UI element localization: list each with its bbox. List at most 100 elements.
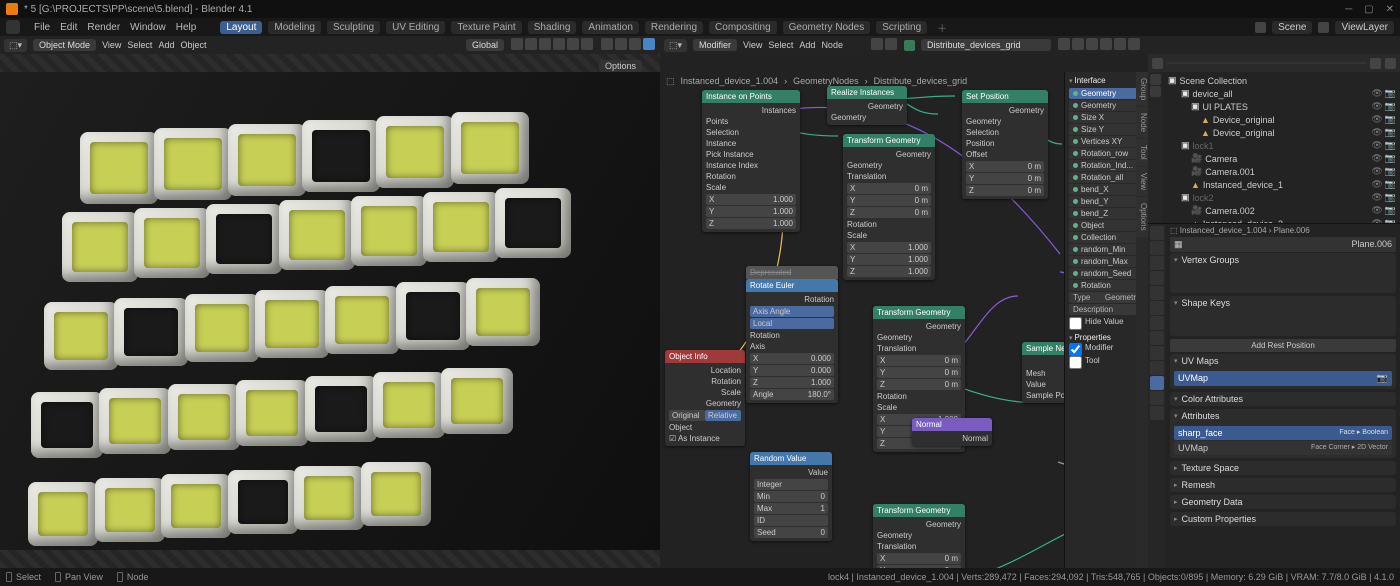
visibility-icon[interactable]: 👁 (1371, 88, 1382, 99)
render-icon[interactable]: 📷 (1385, 88, 1396, 99)
menu-file[interactable]: File (34, 22, 50, 33)
ptab-object[interactable] (1150, 301, 1164, 315)
outliner-row[interactable]: 🎥Camera.001👁📷 (1168, 165, 1396, 178)
ptab-modifiers[interactable] (1150, 316, 1164, 330)
scene-collection-row[interactable]: ▣Scene Collection (1168, 74, 1396, 87)
render-icon[interactable]: 📷 (1385, 127, 1396, 138)
outliner-row[interactable]: ▲Instanced_device_1👁📷 (1168, 178, 1396, 191)
vp-menu-view[interactable]: View (102, 40, 121, 50)
node-realize-instances[interactable]: Realize Instances Geometry Geometry (827, 86, 907, 125)
workspace-tab-rendering[interactable]: Rendering (645, 21, 703, 34)
orient-select[interactable]: Global (466, 39, 504, 51)
ge-toggle-icons[interactable] (870, 38, 898, 52)
ptab-scene[interactable] (1150, 271, 1164, 285)
interface-item[interactable]: Size X (1069, 112, 1144, 123)
ge-menu-node[interactable]: Node (821, 40, 843, 50)
socket-scale[interactable]: Scale (706, 182, 796, 193)
ptab-output[interactable] (1150, 241, 1164, 255)
workspace-tab-compositing[interactable]: Compositing (709, 21, 777, 34)
visibility-icon[interactable]: 👁 (1371, 179, 1382, 190)
hide-value-checkbox[interactable] (1069, 317, 1082, 330)
render-icon[interactable]: 📷 (1385, 153, 1396, 164)
ge-menu-select[interactable]: Select (768, 40, 793, 50)
mesh-datablock[interactable]: ▦ Plane.006 (1170, 237, 1396, 252)
visibility-icon[interactable]: 👁 (1371, 114, 1382, 125)
modifier-checkbox[interactable] (1069, 343, 1082, 356)
interface-item[interactable]: Vertices XY (1069, 136, 1144, 147)
sidebar-interface-header[interactable]: Interface (1069, 76, 1144, 85)
interface-item[interactable]: Object (1069, 220, 1144, 231)
outtab1[interactable] (1150, 74, 1161, 85)
interface-item[interactable]: Size Y (1069, 124, 1144, 135)
props-breadcrumb[interactable]: ⬚ Instanced_device_1.004 › Plane.006 (1170, 226, 1396, 235)
add-workspace-icon[interactable]: ＋ (937, 20, 947, 35)
ptab-material[interactable] (1150, 391, 1164, 405)
workspace-tab-uv-editing[interactable]: UV Editing (386, 21, 445, 34)
interface-item[interactable]: Geometry (1069, 88, 1144, 99)
close-icon[interactable]: ✕ (1386, 4, 1394, 15)
workspace-tab-shading[interactable]: Shading (528, 21, 577, 34)
render-icon[interactable]: 📷 (1385, 192, 1396, 203)
interface-item[interactable]: Rotation_Ind... (1069, 160, 1144, 171)
interface-item[interactable]: Geometry (1069, 100, 1144, 111)
ptab-viewlayer[interactable] (1150, 256, 1164, 270)
ptab-constraints[interactable] (1150, 361, 1164, 375)
render-icon[interactable]: 📷 (1385, 205, 1396, 216)
attribute-row[interactable]: UVMapFace Corner ▸ 2D Vector (1174, 441, 1392, 455)
menu-render[interactable]: Render (87, 22, 120, 33)
visibility-icon[interactable]: 👁 (1371, 140, 1382, 151)
interface-item[interactable]: Rotation_row (1069, 148, 1144, 159)
ge-tree-icons[interactable] (1057, 38, 1141, 52)
socket-points[interactable]: Points (706, 116, 796, 127)
geometry-nodes-editor[interactable]: ⬚ Instanced_device_1.004› GeometryNodes›… (660, 54, 1148, 568)
panel-attributes[interactable]: Attributes (1170, 409, 1396, 423)
render-icon[interactable]: 📷 (1385, 218, 1396, 224)
node-rotate-euler[interactable]: Deprecated Rotate Euler RotationAxis Ang… (746, 266, 838, 403)
menu-edit[interactable]: Edit (60, 22, 77, 33)
node-random-value[interactable]: Random Value ValueIntegerMin0Max1IDSeed0 (750, 452, 832, 541)
outliner-row[interactable]: ▣device_all👁📷 (1168, 87, 1396, 100)
socket-instance-index[interactable]: Instance Index (706, 160, 796, 171)
outliner-row[interactable]: ▣UI PLATES👁📷 (1168, 100, 1396, 113)
menu-window[interactable]: Window (130, 22, 166, 33)
panel-uv-maps[interactable]: UV Maps (1170, 354, 1396, 368)
tab-view[interactable]: View (1136, 167, 1148, 196)
node-instance-on-points[interactable]: Instance on Points Instances PointsSelec… (702, 90, 800, 232)
uvmap-item[interactable]: UVMap📷 (1174, 371, 1392, 386)
panel-texture-space[interactable]: Texture Space (1170, 461, 1396, 475)
scale-field[interactable]: Y1.000 (706, 206, 796, 217)
visibility-icon[interactable]: 👁 (1371, 218, 1382, 224)
socket-rotation[interactable]: Rotation (706, 171, 796, 182)
panel-color-attributes[interactable]: Color Attributes (1170, 392, 1396, 406)
visibility-icon[interactable]: 👁 (1371, 127, 1382, 138)
add-rest-position-button[interactable]: Add Rest Position (1170, 339, 1396, 352)
node-transform-geometry-3[interactable]: Transform Geometry GeometryGeometryTrans… (873, 504, 965, 568)
nodetree-name[interactable]: Distribute_devices_grid (921, 39, 1051, 51)
workspace-tab-animation[interactable]: Animation (582, 21, 638, 34)
socket-instance[interactable]: Instance (706, 138, 796, 149)
socket-selection[interactable]: Selection (706, 127, 796, 138)
workspace-tab-sculpting[interactable]: Sculpting (327, 21, 380, 34)
visibility-icon[interactable]: 👁 (1371, 192, 1382, 203)
properties-header[interactable]: Properties (1069, 333, 1144, 342)
interface-item[interactable]: Collection (1069, 232, 1144, 243)
outliner-search[interactable] (1167, 62, 1366, 64)
node-object-info[interactable]: Object Info LocationRotationScaleGeometr… (665, 350, 745, 446)
interface-item[interactable]: random_Max (1069, 256, 1144, 267)
outliner-row[interactable]: ▲Device_original👁📷 (1168, 126, 1396, 139)
ptab-texture[interactable] (1150, 406, 1164, 420)
filter-icon[interactable] (1370, 58, 1381, 69)
render-icon[interactable]: 📷 (1385, 179, 1396, 190)
workspace-tab-geometry-nodes[interactable]: Geometry Nodes (783, 21, 871, 34)
minimize-icon[interactable]: ─ (1345, 4, 1352, 15)
interface-item[interactable]: bend_X (1069, 184, 1144, 195)
snap-icons[interactable] (510, 38, 594, 52)
outtab2[interactable] (1150, 86, 1161, 97)
vp-menu-add[interactable]: Add (158, 40, 174, 50)
panel-remesh[interactable]: Remesh (1170, 478, 1396, 492)
menu-help[interactable]: Help (176, 22, 197, 33)
render-icon[interactable]: 📷 (1385, 114, 1396, 125)
tab-group[interactable]: Group (1136, 72, 1148, 106)
new-collection-icon[interactable] (1385, 58, 1396, 69)
mode-select[interactable]: Object Mode (33, 39, 96, 51)
